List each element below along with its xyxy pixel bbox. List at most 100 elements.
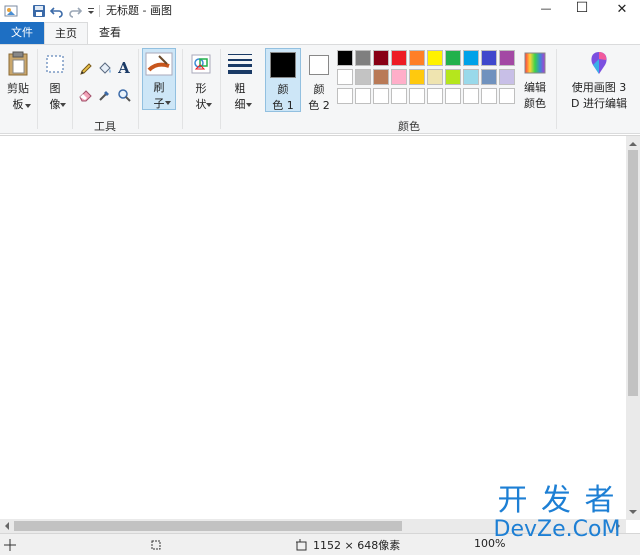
clipboard-button[interactable]: 剪贴 板 [3, 48, 33, 114]
ribbon-separator [37, 49, 38, 129]
canvas-size-icon [296, 539, 307, 551]
color-swatch[interactable] [337, 88, 353, 104]
pencil-icon[interactable] [78, 61, 94, 77]
color-swatch[interactable] [373, 50, 389, 66]
color-swatch[interactable] [409, 50, 425, 66]
quick-access-dropdown-icon[interactable] [86, 4, 96, 18]
magnifier-icon[interactable] [116, 87, 132, 103]
edit-colors-label-2: 颜色 [524, 97, 546, 110]
brushes-button[interactable]: 刷 子 [142, 48, 176, 110]
paint3d-button[interactable]: 使用画图 3 D 进行编辑 [560, 48, 638, 114]
color-swatch[interactable] [391, 88, 407, 104]
color-swatch[interactable] [409, 88, 425, 104]
vertical-scrollbar[interactable] [626, 136, 640, 520]
color-swatch[interactable] [463, 88, 479, 104]
chevron-down-icon [60, 103, 66, 107]
color2-swatch [309, 55, 329, 75]
color1-button[interactable]: 颜 色 1 [265, 48, 301, 112]
tab-view[interactable]: 查看 [90, 22, 130, 44]
eraser-icon[interactable] [78, 87, 94, 103]
paint3d-label-1: 使用画图 3 [571, 81, 627, 94]
color-swatch[interactable] [481, 50, 497, 66]
color1-swatch [270, 52, 296, 78]
color-swatch[interactable] [427, 88, 443, 104]
color-swatch[interactable] [463, 69, 479, 85]
paint3d-icon [591, 52, 607, 74]
color-spectrum-icon [524, 52, 546, 74]
canvas-dimensions: 1152 × 648像素 [313, 539, 401, 552]
size-label-1: 粗 [234, 82, 246, 95]
ribbon: 剪贴 板 图 像 A 工具 刷 子 形 状 粗 细 颜 色 1 颜 色 2 颜色… [0, 44, 640, 134]
color-swatch[interactable] [463, 50, 479, 66]
shapes-label-1: 形 [195, 82, 207, 95]
color-swatch[interactable] [355, 69, 371, 85]
title-divider [99, 5, 100, 17]
watermark-logo: 开 发 者 DevZe.CoM [482, 485, 632, 551]
color-swatch[interactable] [391, 50, 407, 66]
color-swatch[interactable] [373, 88, 389, 104]
color-swatch[interactable] [337, 69, 353, 85]
shapes-button[interactable]: 形 状 [186, 48, 216, 114]
color-swatch[interactable] [445, 69, 461, 85]
clipboard-label-1: 剪贴 [7, 82, 29, 95]
redo-icon[interactable] [68, 4, 83, 18]
undo-icon[interactable] [49, 4, 64, 18]
color-swatch[interactable] [445, 88, 461, 104]
color-swatch[interactable] [373, 69, 389, 85]
ribbon-separator [72, 49, 73, 129]
title-bar: 无标题 - 画图 — ☐ ✕ [0, 0, 640, 22]
size-button[interactable]: 粗 细 [224, 48, 256, 114]
text-icon[interactable]: A [116, 59, 132, 77]
color-swatch[interactable] [337, 50, 353, 66]
chevron-down-icon [25, 104, 31, 108]
watermark-line-1: 开 发 者 [497, 483, 617, 518]
color-swatch[interactable] [427, 69, 443, 85]
colors-group-label: 颜色 [398, 120, 420, 133]
image-label-1: 图 [49, 82, 61, 95]
ribbon-separator [138, 49, 139, 129]
tools-group-label: 工具 [94, 120, 116, 133]
watermark-line-2: DevZe.CoM [493, 517, 621, 542]
scroll-up-arrow-icon[interactable] [626, 138, 640, 150]
ribbon-separator [182, 49, 183, 129]
line-width-icon [228, 54, 252, 74]
color1-label-2: 色 1 [272, 99, 294, 112]
clipboard-icon [8, 51, 28, 76]
horizontal-scroll-thumb[interactable] [14, 521, 402, 531]
color-swatch[interactable] [355, 50, 371, 66]
ribbon-separator [220, 49, 221, 129]
vertical-scroll-thumb[interactable] [628, 150, 638, 396]
color-swatch[interactable] [427, 50, 443, 66]
tab-file[interactable]: 文件 [0, 22, 44, 44]
color-picker-icon[interactable] [97, 87, 113, 103]
color-swatch[interactable] [391, 69, 407, 85]
color-swatch[interactable] [499, 50, 515, 66]
minimize-button[interactable]: — [534, 2, 558, 15]
paint-app-icon[interactable] [4, 4, 18, 18]
color2-button[interactable]: 颜 色 2 [303, 48, 335, 112]
color2-label-2: 色 2 [308, 99, 330, 112]
color-swatch[interactable] [445, 50, 461, 66]
color-swatch[interactable] [481, 88, 497, 104]
edit-colors-button[interactable]: 编辑 颜色 [519, 48, 551, 114]
tab-home[interactable]: 主页 [44, 22, 88, 45]
color-swatch[interactable] [499, 88, 515, 104]
scroll-left-arrow-icon[interactable] [1, 519, 13, 533]
close-button[interactable]: ✕ [610, 2, 634, 17]
brush-icon [145, 52, 173, 76]
image-button[interactable]: 图 像 [40, 48, 70, 114]
brushes-label-1: 刷 [153, 81, 165, 94]
edit-colors-label-1: 编辑 [524, 81, 546, 94]
maximize-button[interactable]: ☐ [570, 0, 594, 16]
drawing-canvas[interactable] [0, 135, 640, 520]
save-icon[interactable] [32, 4, 46, 18]
color-palette [337, 50, 517, 106]
color-swatch[interactable] [355, 88, 371, 104]
fill-bucket-icon[interactable] [97, 61, 113, 77]
color-swatch[interactable] [499, 69, 515, 85]
selection-size-icon [151, 540, 161, 550]
color-swatch[interactable] [481, 69, 497, 85]
color2-label-1: 颜 [313, 83, 325, 96]
chevron-down-icon [165, 101, 171, 105]
color-swatch[interactable] [409, 69, 425, 85]
